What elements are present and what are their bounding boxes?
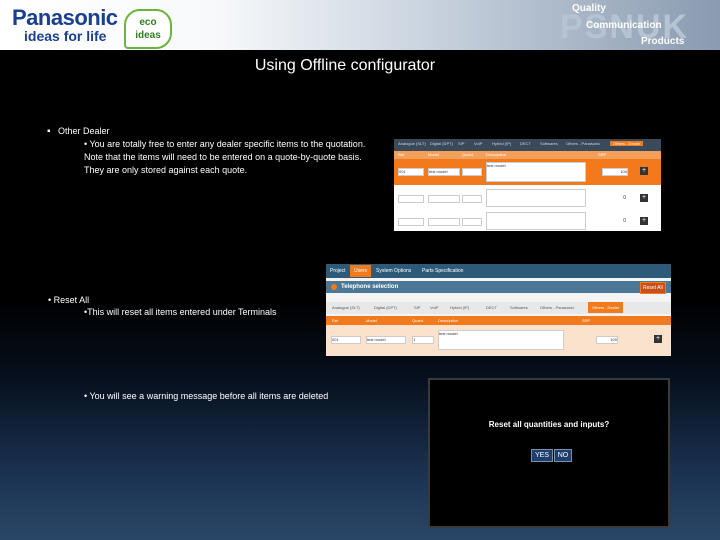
screenshot-telephone-selection: Project Users System Options Parts Speci… xyxy=(326,264,671,356)
tab-sip[interactable]: SIP xyxy=(414,305,420,310)
reset-all-button[interactable]: Reset All xyxy=(640,282,666,294)
communication-label: Communication xyxy=(586,20,662,31)
tab-others-panasonic[interactable]: Others - Panasonic xyxy=(566,141,600,146)
table-row: 001 test model 1 test model 100 + xyxy=(326,325,671,356)
tab-users[interactable]: Users xyxy=(350,265,372,277)
tab-softwares[interactable]: Softwares xyxy=(510,305,528,310)
col-quant: Quant. xyxy=(462,152,475,157)
tab-parts-specification[interactable]: Parts Specification xyxy=(422,268,463,274)
tab-digital[interactable]: Digital (DPT) xyxy=(374,305,397,310)
tab-hybrid[interactable]: Hybrid (IP) xyxy=(450,305,469,310)
header-banner: Panasonic ideas for life eco ideas PSNUK… xyxy=(0,0,720,50)
tab-others-dealer[interactable]: Others - Dealer xyxy=(588,302,624,313)
srp-value[interactable]: 0 xyxy=(604,218,626,224)
tab-voip[interactable]: VoIP xyxy=(430,305,438,310)
main-tab-bar: Project Users System Options Parts Speci… xyxy=(326,264,671,278)
tab-others-dealer[interactable]: Others - Dealer xyxy=(610,141,644,146)
col-srp: SRP xyxy=(582,318,591,323)
no-button[interactable]: NO xyxy=(554,449,572,462)
other-dealer-heading: Other Dealer xyxy=(58,126,110,136)
subtab-bar: Analogue (SLT) Digital (DPT) SIP VoIP Hy… xyxy=(326,302,671,314)
section-header: Telephone selection Reset All xyxy=(326,281,671,294)
ref-input[interactable]: 001 xyxy=(398,168,424,176)
item-table: Ref Model Quant. Description SRP 001 tes… xyxy=(326,316,671,356)
reset-all-text: •This will reset all items entered under… xyxy=(84,307,277,317)
quant-input[interactable] xyxy=(462,218,482,226)
description-input[interactable] xyxy=(486,212,586,230)
model-input[interactable]: test model xyxy=(428,168,460,176)
bullet-dot: ▪ xyxy=(47,126,51,137)
quant-input[interactable] xyxy=(462,195,482,203)
description-input[interactable]: test model xyxy=(486,162,586,182)
model-input[interactable] xyxy=(428,218,460,226)
description-input[interactable] xyxy=(486,189,586,207)
ref-input[interactable] xyxy=(398,218,424,226)
col-description: Description xyxy=(486,152,507,157)
col-ref: Ref xyxy=(332,318,339,323)
dialog-message: Reset all quantities and inputs? xyxy=(488,420,610,429)
subtab-bar: Analogue (SLT) Digital (DPT) SIP VoIP Hy… xyxy=(394,139,661,151)
srp-input[interactable]: 100 xyxy=(602,168,628,176)
products-label: Products xyxy=(641,36,685,47)
description-input[interactable]: test model xyxy=(438,330,564,350)
eco-ideas-logo: eco ideas xyxy=(124,9,172,49)
eco-line1: eco xyxy=(139,17,157,28)
tab-analogue[interactable]: Analogue (SLT) xyxy=(332,305,360,310)
warning-text: • You will see a warning message before … xyxy=(84,391,329,401)
srp-value[interactable]: 0 xyxy=(604,195,626,201)
tab-digital[interactable]: Digital (DPT) xyxy=(430,141,453,146)
model-input[interactable] xyxy=(428,195,460,203)
tagline: ideas for life xyxy=(24,28,107,44)
other-dealer-text: • You are totally free to enter any deal… xyxy=(84,139,366,175)
quality-label: Quality xyxy=(572,3,606,14)
col-srp: SRP xyxy=(598,152,607,157)
tab-dect[interactable]: DECT xyxy=(486,305,497,310)
col-quant: Quant. xyxy=(412,318,425,323)
section-title: Telephone selection xyxy=(341,284,399,290)
screenshot-dealer-items: Analogue (SLT) Digital (DPT) SIP VoIP Hy… xyxy=(394,139,661,231)
tab-system-options[interactable]: System Options xyxy=(376,268,411,274)
add-row-icon[interactable]: + xyxy=(640,194,648,202)
item-row-1: 001 test model test model 100 + xyxy=(394,159,661,185)
page-title: Using Offline configurator xyxy=(254,57,436,74)
warning-dialog: Reset all quantities and inputs? YES NO xyxy=(428,378,670,528)
tab-project[interactable]: Project xyxy=(330,268,346,274)
tab-hybrid[interactable]: Hybrid (IP) xyxy=(492,141,511,146)
tab-softwares[interactable]: Softwares xyxy=(540,141,558,146)
col-ref: Ref xyxy=(398,152,405,157)
add-row-icon[interactable]: + xyxy=(640,217,648,225)
eco-line2: ideas xyxy=(135,30,161,41)
tab-others-panasonic[interactable]: Others - Panasonic xyxy=(540,305,574,310)
reset-all-heading: • Reset All xyxy=(48,295,90,305)
tab-dect[interactable]: DECT xyxy=(520,141,531,146)
tab-analogue[interactable]: Analogue (SLT) xyxy=(398,141,426,146)
yes-button[interactable]: YES xyxy=(531,449,553,462)
ref-input[interactable] xyxy=(398,195,424,203)
add-row-icon[interactable]: + xyxy=(654,335,662,343)
model-input[interactable]: test model xyxy=(366,336,406,344)
col-description: Description xyxy=(438,318,459,323)
column-header-row: Ref Model Quant. Description SRP xyxy=(394,151,661,159)
tab-sip[interactable]: SIP xyxy=(458,141,464,146)
ref-input[interactable]: 001 xyxy=(331,336,361,344)
col-model: Model xyxy=(366,318,377,323)
radio-icon xyxy=(331,284,337,290)
col-model: Model xyxy=(428,152,439,157)
add-row-icon[interactable]: + xyxy=(640,167,648,175)
tab-voip[interactable]: VoIP xyxy=(474,141,482,146)
srp-input[interactable]: 100 xyxy=(596,336,618,344)
quant-input[interactable]: 1 xyxy=(412,336,434,344)
quant-input[interactable] xyxy=(462,168,482,176)
